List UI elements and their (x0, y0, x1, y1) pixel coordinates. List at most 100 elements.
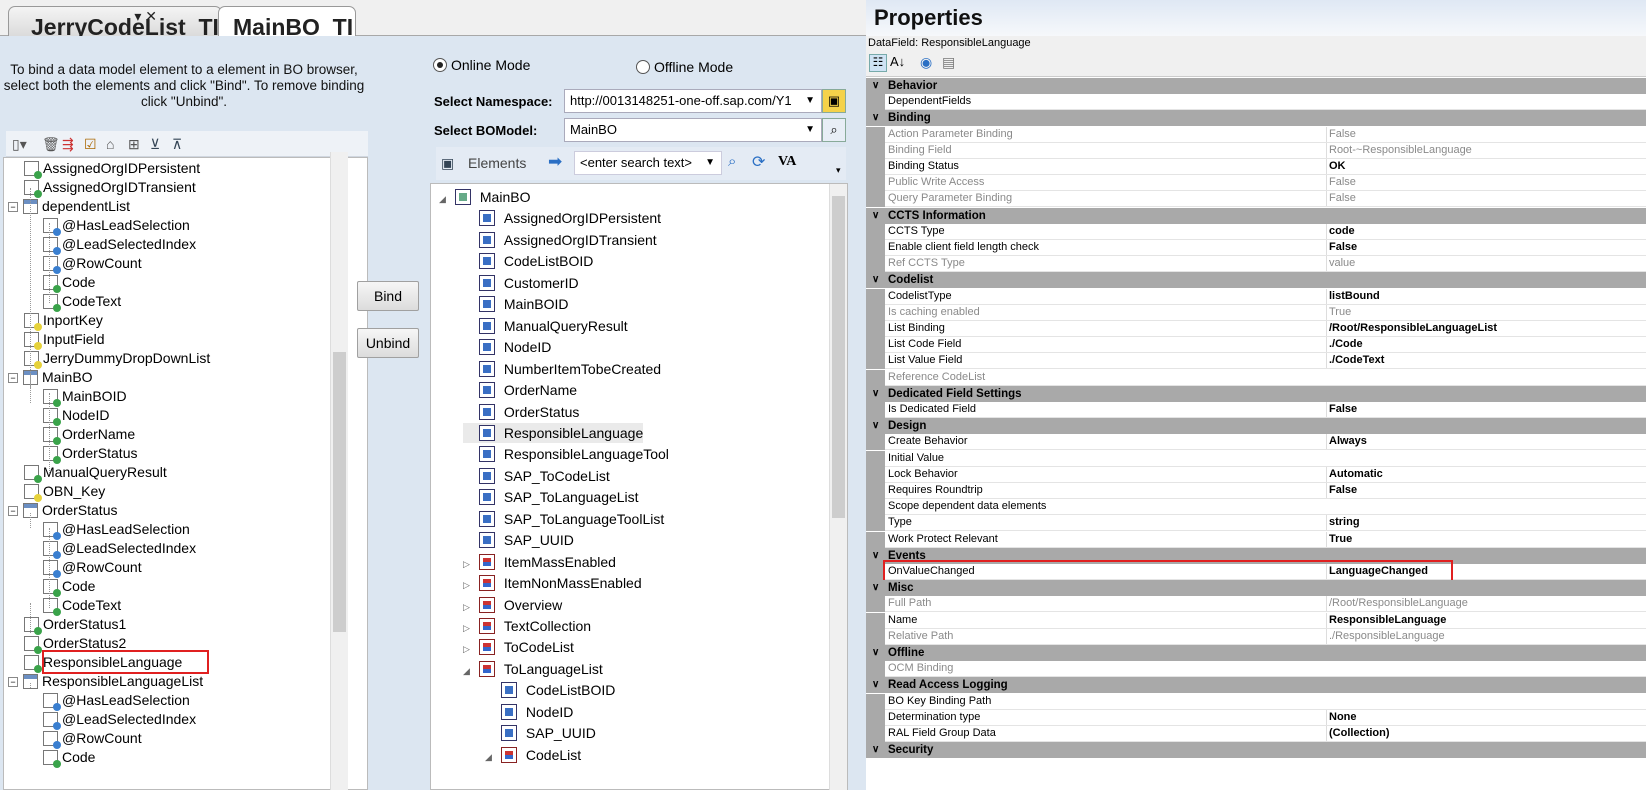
property-value[interactable]: code (1326, 223, 1646, 239)
tree-item[interactable]: @RowCount (43, 557, 142, 578)
bo-tree-item[interactable]: SAP_ToLanguageToolList (463, 509, 664, 529)
property-row[interactable]: Binding Field Root-~ResponsibleLanguage (866, 142, 1646, 159)
tree-item[interactable]: ResponsibleLanguage (24, 650, 210, 674)
scroll-thumb[interactable] (333, 352, 346, 632)
property-value[interactable]: ./Code (1326, 337, 1646, 353)
collapse-icon[interactable]: ∨ (872, 386, 879, 402)
collapse-icon[interactable]: ∨ (872, 742, 879, 758)
bo-tree-item[interactable]: ResponsibleLanguage (463, 422, 644, 443)
property-value[interactable]: value (1326, 256, 1646, 272)
property-row[interactable]: Is Dedicated Field False (866, 402, 1646, 418)
expander-icon[interactable]: ▷ (463, 575, 475, 595)
bo-tree-item[interactable]: AssignedOrgIDPersistent (463, 208, 661, 228)
search-icon[interactable]: ⌕ (822, 118, 846, 142)
property-row[interactable]: DependentFields (866, 94, 1646, 111)
property-row[interactable]: Initial Value (866, 450, 1646, 467)
new-icon[interactable]: ▯▾ (12, 136, 27, 153)
property-category[interactable]: ∨ Offline (866, 645, 1646, 661)
tree-item[interactable]: ManualQueryResult (24, 462, 167, 483)
sort-alpha-icon[interactable]: A↓ (890, 54, 905, 69)
property-row[interactable]: OCM Binding (866, 661, 1646, 678)
property-row[interactable]: List Value Field ./CodeText (866, 353, 1646, 370)
property-row[interactable]: Type string (866, 515, 1646, 532)
online-mode-radio[interactable]: Online Mode (433, 57, 530, 73)
property-value[interactable]: Root-~ResponsibleLanguage (1326, 142, 1646, 158)
tree-item[interactable]: OrderName (43, 424, 135, 445)
property-category[interactable]: ∨ Security (866, 742, 1646, 759)
property-value[interactable]: Automatic (1326, 466, 1646, 482)
property-row[interactable]: List Binding/Root/ResponsibleLanguageLis… (866, 321, 1646, 337)
bo-tree-item[interactable]: ▷ ToCodeList (463, 637, 574, 657)
bo-tree-item[interactable]: SAP_UUID (463, 530, 574, 550)
overflow-icon[interactable]: ▾ (836, 165, 841, 176)
property-category[interactable]: ∨ Dedicated Field Settings (866, 385, 1646, 402)
check-icon[interactable]: ☑ (84, 136, 97, 153)
property-value[interactable]: False (1326, 402, 1646, 417)
scroll-thumb[interactable] (832, 196, 845, 518)
tree-item[interactable]: @LeadSelectedIndex (43, 538, 196, 559)
collapse-icon[interactable]: ∨ (872, 548, 879, 564)
property-row[interactable]: Is caching enabled True (866, 304, 1646, 321)
tree-item[interactable]: @HasLeadSelection (43, 690, 190, 711)
tree-item[interactable]: − MainBO (8, 367, 93, 387)
bo-tree-item[interactable]: CustomerID (463, 273, 579, 293)
property-value[interactable]: None (1326, 709, 1646, 725)
collapse-icon[interactable]: ∨ (872, 645, 879, 661)
categorized-icon[interactable]: ☷ (869, 54, 887, 72)
hierarchy-icon[interactable]: ⌂ (106, 136, 114, 152)
bo-tree-item[interactable]: ManualQueryResult (463, 316, 628, 336)
bo-tree-item[interactable]: ▷ Overview (463, 595, 562, 615)
tree-item[interactable]: OBN_Key (24, 481, 105, 502)
property-value[interactable]: /Root/ResponsibleLanguageList (1326, 321, 1646, 336)
tree-item[interactable]: − dependentList (8, 196, 130, 216)
bo-tree-item[interactable]: CodeListBOID (485, 680, 615, 700)
tree-item[interactable]: @RowCount (43, 253, 142, 274)
collapse-icon[interactable]: ∨ (872, 418, 879, 434)
tree-item[interactable]: NodeID (43, 405, 109, 426)
tree-item[interactable]: OrderStatus (43, 443, 137, 464)
tree-item[interactable]: AssignedOrgIDTransient (24, 177, 196, 198)
va-icon[interactable]: VA (778, 154, 796, 170)
collapse-icon[interactable]: ∨ (872, 78, 879, 94)
property-value[interactable]: string (1326, 515, 1646, 531)
tree-item[interactable]: − OrderStatus (8, 500, 117, 520)
expander-icon[interactable]: − (8, 202, 18, 212)
property-row[interactable]: Enable client field length check False (866, 240, 1646, 256)
property-row[interactable]: Action Parameter Binding False (866, 126, 1646, 143)
property-category[interactable]: ∨ Read Access Logging (866, 677, 1646, 694)
datamodel-scrollbar[interactable] (330, 152, 348, 790)
property-value[interactable]: /Root/ResponsibleLanguage (1326, 596, 1646, 612)
property-category[interactable]: ∨ Design (866, 418, 1646, 435)
bo-tree-item[interactable]: ◢ MainBO (439, 187, 530, 207)
property-category[interactable]: ∨ Behavior (866, 78, 1646, 94)
property-row[interactable]: List Code Field ./Code (866, 337, 1646, 354)
tree-item[interactable]: @LeadSelectedIndex (43, 234, 196, 255)
expand-all-icon[interactable]: ⊻ (150, 136, 160, 153)
bo-tree-item[interactable]: CodeListBOID (463, 251, 593, 271)
property-row[interactable]: RAL Field Group Data (Collection) (866, 726, 1646, 742)
tree-item[interactable]: CodeText (43, 595, 121, 616)
bo-tree-item[interactable]: SAP_UUID (485, 723, 596, 743)
bind-icon[interactable]: ⇶ (62, 136, 74, 153)
tree-item[interactable]: Code (43, 272, 95, 293)
expander-icon[interactable]: ▷ (463, 597, 475, 617)
property-pages-icon[interactable]: ▤ (942, 54, 955, 71)
bo-tree-item[interactable]: SAP_ToLanguageList (463, 487, 639, 507)
expander-icon[interactable]: ▷ (463, 639, 475, 659)
tab-mainbo[interactable]: MainBO_TI (218, 6, 356, 37)
tab-controls[interactable]: ▾ ✕ (134, 8, 157, 25)
expander-icon[interactable]: ◢ (485, 747, 497, 767)
bomodel-select[interactable]: MainBO ▼ (564, 118, 822, 142)
property-row[interactable]: Full Path/Root/ResponsibleLanguage (866, 596, 1646, 613)
property-row[interactable]: Ref CCTS Type value (866, 256, 1646, 273)
property-category[interactable]: ∨ Binding (866, 110, 1646, 127)
tree-item[interactable]: @RowCount (43, 728, 142, 749)
expander-icon[interactable]: ◢ (463, 661, 475, 681)
property-value[interactable]: False (1326, 126, 1646, 142)
expander-icon[interactable]: − (8, 373, 18, 383)
bo-tree-item[interactable]: AssignedOrgIDTransient (463, 230, 657, 250)
property-value[interactable]: OK (1326, 159, 1646, 174)
property-category[interactable]: ∨ CCTS Information (866, 207, 1646, 224)
collapse-icon[interactable]: ∨ (872, 208, 879, 224)
bind-button[interactable]: Bind (357, 281, 419, 311)
